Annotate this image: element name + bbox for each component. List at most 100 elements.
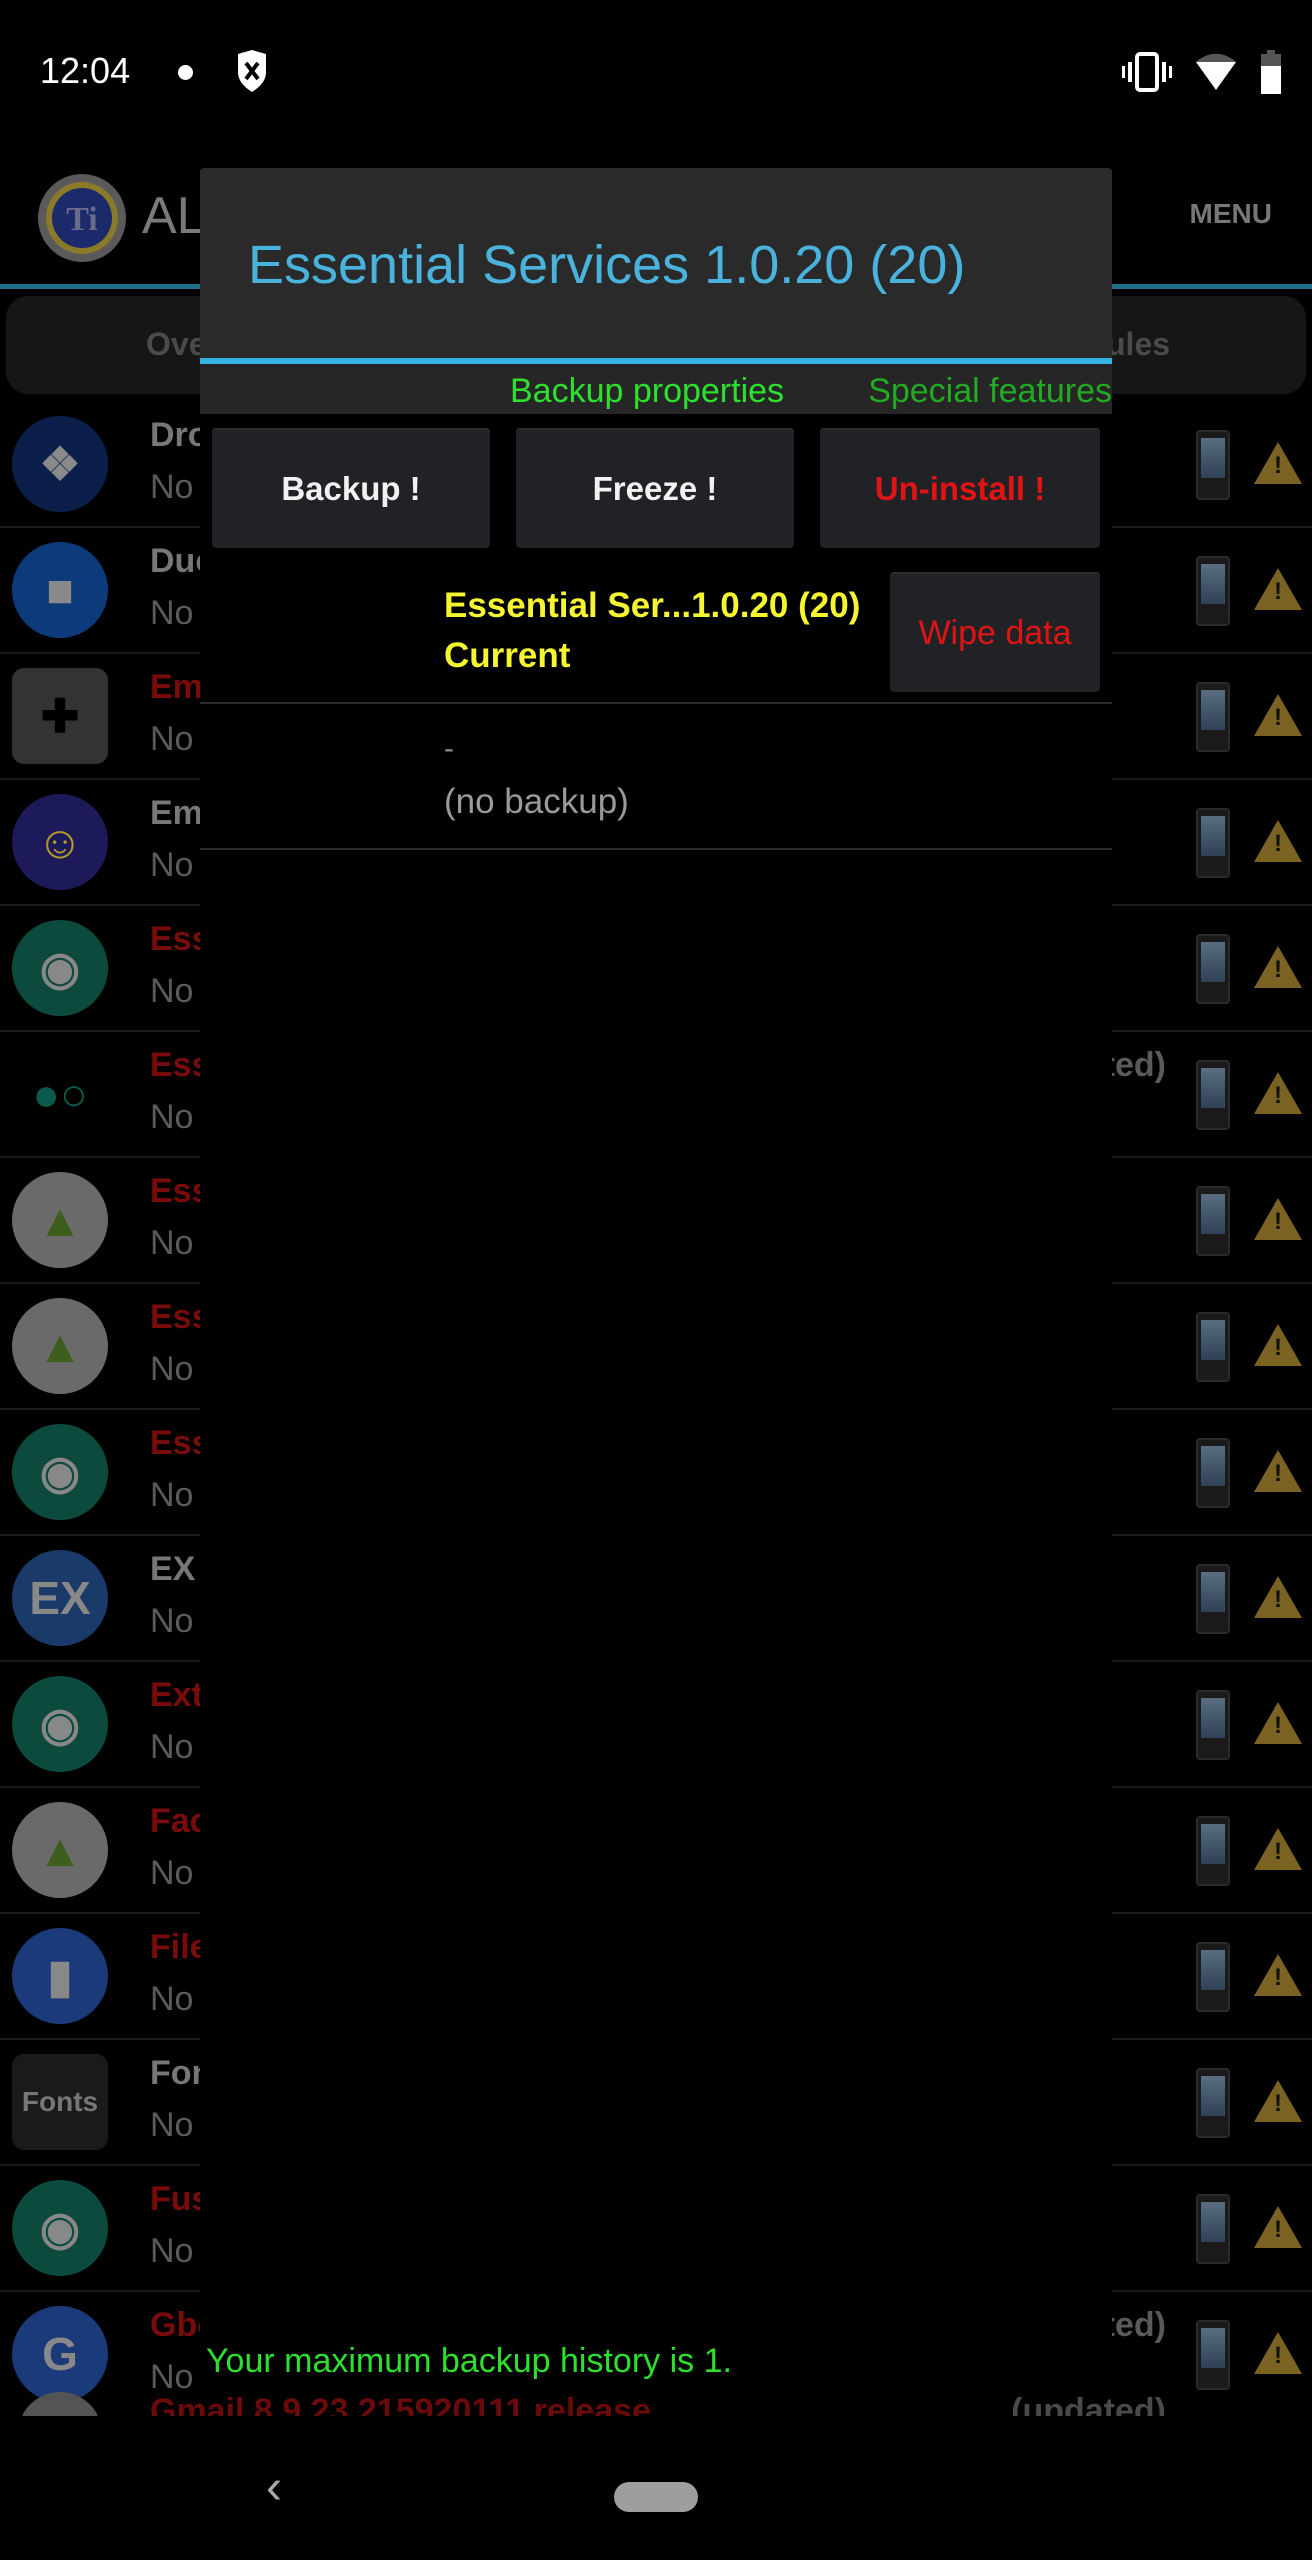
warning-icon: ! xyxy=(1254,1324,1302,1366)
list-item-peek: Gmail 8.9.23.215920111.release (updated) xyxy=(0,2392,1312,2416)
phone-storage-icon xyxy=(1196,1564,1230,1634)
android-green-icon: ▲ xyxy=(12,1298,108,1394)
list-item-status: No xyxy=(150,1098,194,1136)
tab-schedules[interactable]: ules xyxy=(1106,326,1170,363)
phone-storage-icon xyxy=(1196,1942,1230,2012)
dialog-header: Essential Services 1.0.20 (20) xyxy=(200,168,1112,362)
phone-storage-icon xyxy=(1196,808,1230,878)
divider xyxy=(200,848,1112,850)
android-grid-icon: ◉ xyxy=(12,920,108,1016)
fonts-icon: Fonts xyxy=(12,2054,108,2150)
list-item-status: No xyxy=(150,1602,194,1640)
essential-dots-icon: ●○ xyxy=(12,1046,108,1142)
list-item-name: Gmail 8.9.23.215920111.release xyxy=(150,2392,652,2416)
phone-storage-icon xyxy=(1196,934,1230,1004)
app-details-dialog: Essential Services 1.0.20 (20) Backup pr… xyxy=(200,168,1112,2416)
dropbox-icon: ❖ xyxy=(12,416,108,512)
home-pill-icon[interactable] xyxy=(614,2482,698,2512)
list-item-status: No xyxy=(150,1854,194,1892)
shield-x-icon xyxy=(238,50,266,92)
current-version-name: Essential Ser...1.0.20 (20) xyxy=(444,586,861,625)
current-version-state: Current xyxy=(444,636,571,675)
list-item-status: No xyxy=(150,1476,194,1514)
backup-entry-label[interactable]: (no backup) xyxy=(444,782,629,822)
tab-special-features[interactable]: Special features xyxy=(868,372,1112,411)
list-item-name: Em xyxy=(150,794,203,832)
warning-icon: ! xyxy=(1254,1828,1302,1870)
warning-icon: ! xyxy=(1254,2206,1302,2248)
warning-icon: ! xyxy=(1254,1072,1302,1114)
warning-icon: ! xyxy=(1254,1450,1302,1492)
phone-storage-icon xyxy=(1196,682,1230,752)
list-item-updated: ted) xyxy=(1103,2306,1166,2344)
warning-icon: ! xyxy=(1254,820,1302,862)
list-item-status: No xyxy=(150,1350,194,1388)
backup-entry-dash: - xyxy=(444,732,454,765)
android-green-icon: ▲ xyxy=(12,1172,108,1268)
list-item-name: EX xyxy=(150,1550,196,1588)
app-title: AL xyxy=(142,187,206,245)
android-grid-icon: ◉ xyxy=(12,2180,108,2276)
list-item-status: No xyxy=(150,720,194,758)
dialog-title: Essential Services 1.0.20 (20) xyxy=(248,235,966,295)
warning-icon: ! xyxy=(1254,2080,1302,2122)
tab-overview[interactable]: Ove xyxy=(146,326,206,363)
backup-button[interactable]: Backup ! xyxy=(212,428,490,548)
warning-icon: ! xyxy=(1254,1954,1302,1996)
list-item-status: No xyxy=(150,468,194,506)
warning-icon: ! xyxy=(1254,442,1302,484)
phone-storage-icon xyxy=(1196,2320,1230,2390)
warning-icon: ! xyxy=(1254,1576,1302,1618)
warning-icon: ! xyxy=(1254,694,1302,736)
tab-backup-properties[interactable]: Backup properties xyxy=(510,372,784,411)
list-item-status: No xyxy=(150,972,194,1010)
gmail-app-icon xyxy=(18,2392,102,2416)
list-item-name: Em xyxy=(150,668,203,706)
android-grid-icon: ◉ xyxy=(12,1424,108,1520)
freeze-button[interactable]: Freeze ! xyxy=(516,428,794,548)
phone-storage-icon xyxy=(1196,1060,1230,1130)
phone-storage-icon xyxy=(1196,1816,1230,1886)
warning-icon: ! xyxy=(1254,1702,1302,1744)
warning-icon: ! xyxy=(1254,1198,1302,1240)
android-grid-icon: ◉ xyxy=(12,1676,108,1772)
list-item-status: No xyxy=(150,594,194,632)
android-green-icon: ▲ xyxy=(12,1802,108,1898)
wipe-data-button[interactable]: Wipe data xyxy=(890,572,1100,692)
phone-storage-icon xyxy=(1196,1690,1230,1760)
phone-storage-icon xyxy=(1196,556,1230,626)
emergency-plus-icon: ✚ xyxy=(12,668,108,764)
backup-history-message: Your maximum backup history is 1. xyxy=(206,2342,732,2380)
phone-storage-icon xyxy=(1196,2068,1230,2138)
notification-dot-icon xyxy=(178,65,193,80)
list-item-status: No xyxy=(150,1728,194,1766)
divider xyxy=(200,702,1112,704)
files-folder-icon: ▮ xyxy=(12,1928,108,2024)
menu-button[interactable]: MENU xyxy=(1190,198,1272,230)
emoji-icon: ☺ xyxy=(12,794,108,890)
dialog-tabs: Backup properties Special features xyxy=(200,364,1112,414)
wifi-icon xyxy=(1196,54,1236,90)
phone-storage-icon xyxy=(1196,430,1230,500)
ex-icon: EX xyxy=(12,1550,108,1646)
svg-text:Ti: Ti xyxy=(66,201,98,238)
phone-storage-icon xyxy=(1196,1438,1230,1508)
gboard-icon: G xyxy=(12,2306,108,2402)
warning-icon: ! xyxy=(1254,2332,1302,2374)
warning-icon: ! xyxy=(1254,946,1302,988)
status-time: 12:04 xyxy=(40,50,131,91)
uninstall-button[interactable]: Un-install ! xyxy=(820,428,1100,548)
phone-storage-icon xyxy=(1196,1186,1230,1256)
back-icon[interactable]: ‹ xyxy=(266,2460,282,2515)
warning-icon: ! xyxy=(1254,568,1302,610)
battery-icon xyxy=(1261,50,1281,94)
navigation-bar: ‹ xyxy=(0,2416,1312,2560)
phone-storage-icon xyxy=(1196,1312,1230,1382)
list-item-updated: (updated) xyxy=(1011,2392,1166,2416)
list-item-updated: ted) xyxy=(1103,1046,1166,1084)
list-item-status: No xyxy=(150,846,194,884)
list-item-status: No xyxy=(150,1980,194,2018)
vibrate-icon xyxy=(1122,52,1172,92)
status-bar: 12:04 xyxy=(0,0,1312,144)
phone-storage-icon xyxy=(1196,2194,1230,2264)
